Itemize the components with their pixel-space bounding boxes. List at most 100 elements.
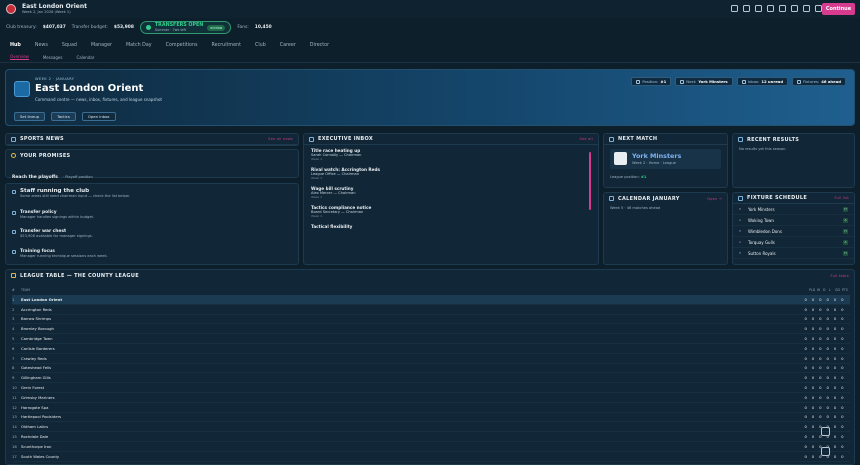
book-icon[interactable]: [779, 5, 786, 12]
col-pos: #: [12, 288, 15, 292]
nav-match-day[interactable]: Match Day: [126, 43, 152, 48]
table-row[interactable]: 11 Grimsby Mariners 0 0 0 0 0 0: [12, 393, 850, 403]
table-row[interactable]: 5 Cambridge Town 0 0 0 0 0 0: [12, 334, 850, 344]
inbox-item[interactable]: Tactics compliance notice Board Secretary…: [304, 202, 598, 221]
fixture-row[interactable]: H Sutton Royals H: [733, 248, 854, 259]
set-lineup-button[interactable]: Set lineup: [14, 112, 46, 121]
inbox-header: EXECUTIVE INBOX See all: [304, 134, 598, 145]
inbox-pill[interactable]: Inbox: 12 unread: [736, 77, 789, 86]
table-row[interactable]: 9 Gillingham Gills 0 0 0 0 0 0: [12, 373, 850, 384]
staff-panel: Staff running the club Some areas still n…: [5, 183, 299, 265]
calendar-open-link[interactable]: Open →: [707, 197, 722, 201]
table-row[interactable]: 10 Grein Forest 0 0 0 0 0 0: [12, 383, 850, 393]
row-position: 15: [12, 434, 17, 440]
nav-squad[interactable]: Squad: [62, 43, 77, 48]
users-icon[interactable]: [821, 447, 830, 456]
table-row[interactable]: 3 Barrow Shrimps 0 0 0 0 0 0: [12, 315, 850, 325]
alert-icon[interactable]: [767, 5, 774, 12]
status-bar: Club treasury: $407,037 Transfer budget:…: [0, 18, 860, 37]
fixture-venue: H: [739, 229, 742, 233]
nav-director[interactable]: Director: [310, 43, 329, 48]
fixture-row[interactable]: H Wimbledon Dons H: [733, 226, 854, 237]
fixture-row[interactable]: A Woking Town A: [733, 215, 854, 226]
transfers-status[interactable]: TRANSFERS OPEN Summer · 7wk left window: [139, 21, 232, 34]
tab-overview[interactable]: Overview: [10, 54, 29, 60]
open-inbox-button[interactable]: Open inbox: [81, 112, 116, 121]
row-position: 9: [12, 375, 15, 381]
position-pill[interactable]: Position: #1: [631, 77, 672, 86]
money-icon: [12, 230, 16, 234]
sub-nav: Overview Messages Calendar: [0, 52, 860, 63]
see-all-news-link[interactable]: See all news: [268, 137, 293, 141]
nav-news[interactable]: News: [35, 43, 48, 48]
tab-calendar[interactable]: Calendar: [76, 55, 94, 60]
hero-banner: WEEK 2 · JANUARY East London Orient Comm…: [5, 69, 855, 126]
inbox-item[interactable]: Tactical flexibility: [304, 221, 598, 232]
save-icon[interactable]: [791, 5, 798, 12]
tactics-button[interactable]: Tactics: [51, 112, 76, 121]
inbox-item-meta: Week 1: [311, 214, 323, 218]
recent-results-text: No results yet this season.: [739, 147, 787, 151]
inbox-icon: [309, 136, 314, 142]
executive-inbox-panel: EXECUTIVE INBOX See all Title race heati…: [303, 133, 599, 265]
inbox-item-meta: Week 1: [311, 157, 323, 161]
chat-icon[interactable]: [821, 427, 830, 436]
table-row[interactable]: 2 Accrington Reds 0 0 0 0 0 0: [12, 305, 850, 315]
fixture-venue: A: [739, 218, 742, 222]
fixture-row[interactable]: A Torquay Gulls A: [733, 237, 854, 248]
inbox-item[interactable]: Title race heating up Sarah Connolly — Ch…: [304, 145, 598, 164]
continue-button[interactable]: Continue: [822, 3, 855, 15]
next-match-card[interactable]: York Minsters Week 2 · Home · League: [610, 149, 721, 169]
fixture-row[interactable]: H York Minsters H: [733, 204, 854, 215]
table-row[interactable]: 8 Gateshead Fells 0 0 0 0 0 0: [12, 364, 850, 374]
trophy-icon: [636, 79, 641, 84]
users-icon[interactable]: [743, 5, 750, 12]
table-row[interactable]: 14 Oldham Latics 0 0 0 0 0 0: [12, 422, 850, 433]
inbox-item[interactable]: Rival watch: Accrington Reds League Offic…: [304, 164, 598, 183]
table-row[interactable]: 1 East London Orient 0 0 0 0 0 0: [12, 295, 850, 305]
row-team: South Wales County: [21, 453, 60, 459]
staff-item-desc: $53,908 available for manager signings.: [20, 234, 93, 238]
fixture-opponent: York Minsters: [748, 206, 775, 212]
nav-manager[interactable]: Manager: [91, 43, 112, 48]
bell-icon[interactable]: [731, 5, 738, 12]
row-team: Crawley Reds: [21, 355, 47, 361]
fixture-title: FIXTURE SCHEDULE: [747, 195, 808, 201]
tab-messages[interactable]: Messages: [43, 55, 63, 60]
fixtures-pill[interactable]: Fixtures: 46 ahead: [792, 77, 846, 86]
fixture-full-list-link[interactable]: Full list: [834, 196, 849, 200]
inbox-scrollbar[interactable]: [589, 152, 591, 210]
next-match-panel: NEXT MATCH York Minsters Week 2 · Home ·…: [603, 133, 728, 188]
fixtures-pill-label: Fixtures:: [803, 79, 820, 84]
help-icon[interactable]: [803, 5, 810, 12]
gear-icon[interactable]: [815, 5, 822, 12]
nav-recruitment[interactable]: Recruitment: [212, 43, 241, 48]
row-team: Cambridge Town: [21, 336, 53, 342]
next-pill[interactable]: Next: York Minsters: [675, 77, 733, 86]
row-team: Oldham Latics: [21, 424, 49, 430]
inbox-see-all-link[interactable]: See all: [580, 137, 593, 141]
table-row[interactable]: 15 Rochdale Dale 0 0 0 0 0 0: [12, 432, 850, 442]
fixture-tag: H: [843, 250, 848, 256]
table-row[interactable]: 7 Crawley Reds 0 0 0 0 0 0: [12, 354, 850, 364]
nav-career[interactable]: Career: [280, 43, 296, 48]
match-detail: Week 2 · Home · League: [632, 161, 676, 165]
inbox-item[interactable]: Wage bill scrutiny Alex Mercer — Chairman…: [304, 183, 598, 202]
staff-item: Training focus Manager running technique …: [20, 249, 108, 258]
full-table-link[interactable]: Full table: [831, 274, 849, 278]
hero-actions: Set lineup Tactics Open inbox: [14, 112, 116, 121]
document-icon[interactable]: [755, 5, 762, 12]
fixtures-pill-value: 46 ahead: [821, 79, 841, 84]
row-stats: 000000: [804, 316, 844, 322]
table-row[interactable]: 4 Bromley Borough 0 0 0 0 0 0: [12, 324, 850, 335]
table-row[interactable]: 13 Hartlepool Poolsiders 0 0 0 0 0 0: [12, 413, 850, 423]
fixture-tag: A: [843, 239, 848, 245]
table-row[interactable]: 17 South Wales County 0 0 0 0 0 0: [12, 452, 850, 462]
nav-club[interactable]: Club: [255, 43, 266, 48]
nav-hub[interactable]: Hub: [10, 43, 21, 48]
row-team: Accrington Reds: [21, 306, 52, 312]
table-row[interactable]: 6 Carlisle Borderers 0 0 0 0 0 0: [12, 344, 850, 354]
table-row[interactable]: 16 Scunthorpe Iron 0 0 0 0 0 0: [12, 442, 850, 452]
nav-competitions[interactable]: Competitions: [166, 43, 198, 48]
table-row[interactable]: 12 Harrogate Spa 0 0 0 0 0 0: [12, 403, 850, 413]
